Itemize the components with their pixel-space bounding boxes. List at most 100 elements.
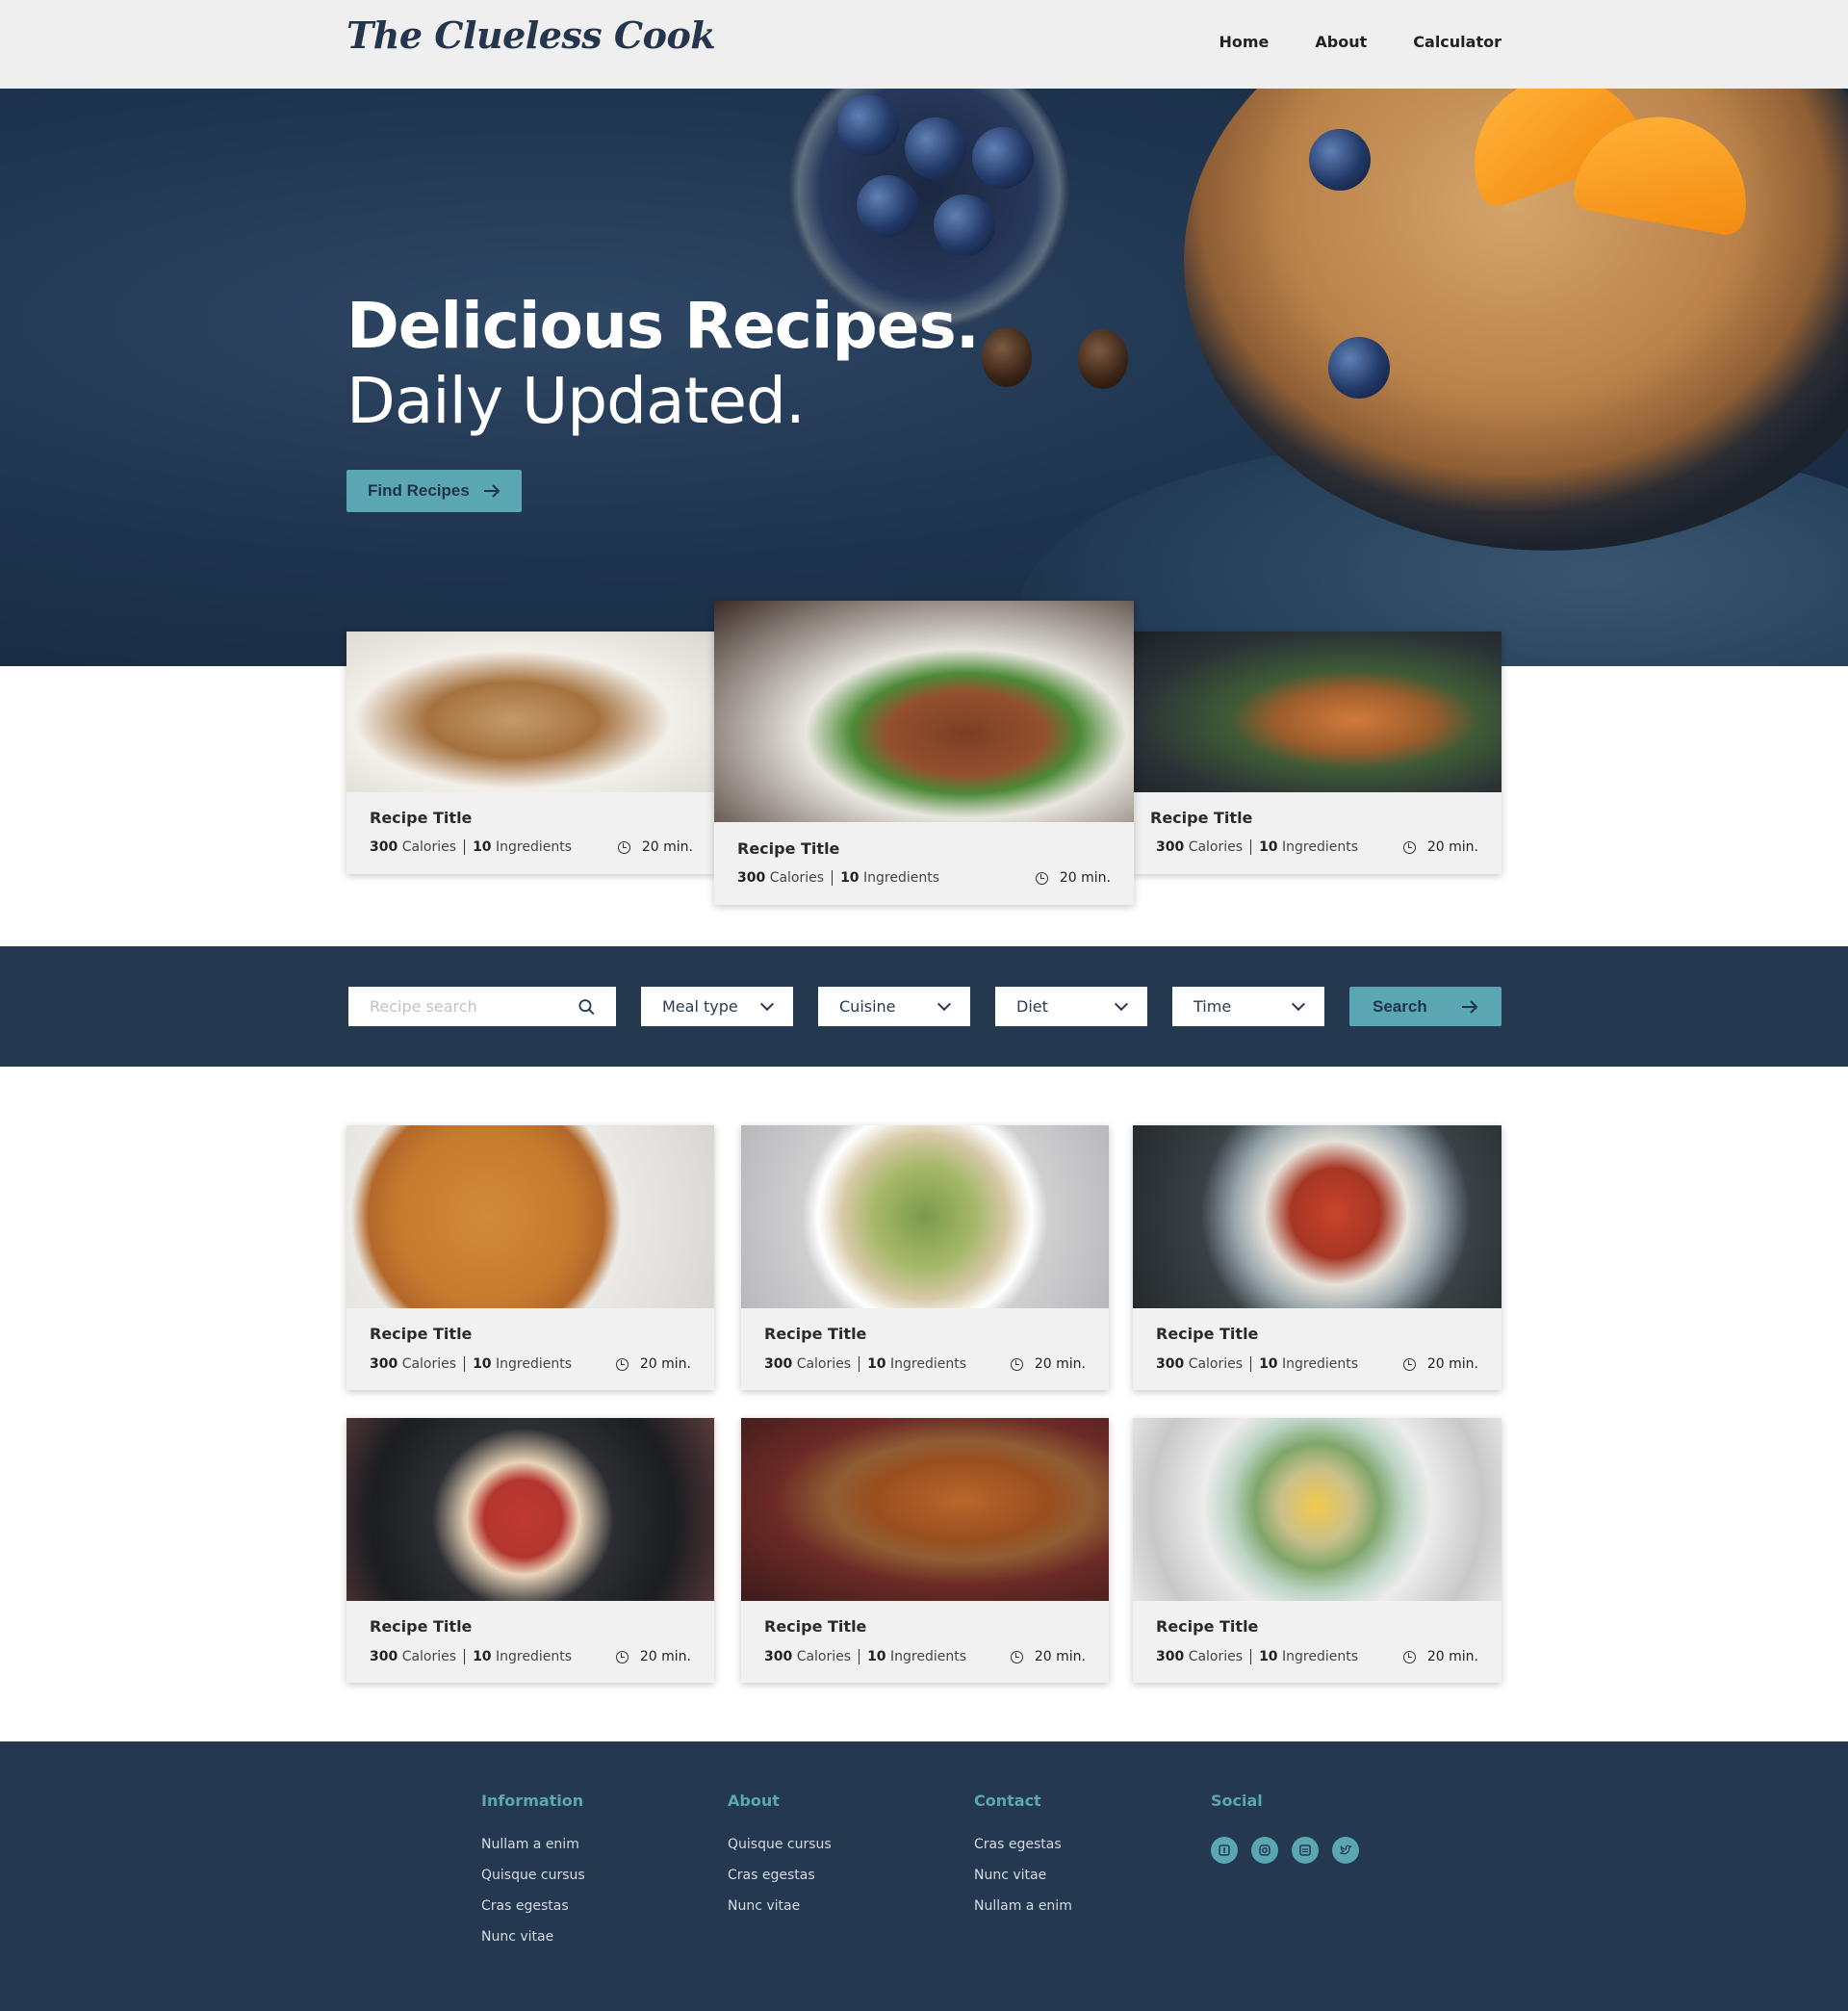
calories-unit: Calories xyxy=(401,1356,457,1372)
ingredients-unit: Ingredients xyxy=(496,1356,572,1372)
recipe-card[interactable]: Recipe Title 300 Calories 10 Ingredients… xyxy=(741,1125,1109,1390)
recipe-card[interactable]: Recipe Title 300 Calories 10 Ingredients… xyxy=(1133,1125,1502,1390)
calories-unit: Calories xyxy=(1188,1649,1244,1664)
twitter-icon[interactable] xyxy=(1332,1837,1359,1864)
recipe-time: 20 min. xyxy=(1010,1356,1086,1372)
recipe-title: Recipe Title xyxy=(764,1617,867,1636)
recipe-title: Recipe Title xyxy=(370,809,473,827)
recipe-card[interactable]: Recipe Title 300 Calories 10 Ingredients… xyxy=(1133,1418,1502,1683)
clock-icon xyxy=(1402,1357,1416,1371)
recipe-title: Recipe Title xyxy=(737,839,840,858)
ingredients-value: 10 xyxy=(1259,1649,1278,1664)
calories-unit: Calories xyxy=(1188,839,1244,855)
recipe-time: 20 min. xyxy=(617,839,693,855)
recipe-image-skewers xyxy=(1133,1125,1502,1308)
site-logo[interactable]: The Clueless Cook xyxy=(346,13,716,57)
recipe-meta: 300 Calories 10 Ingredients xyxy=(1156,839,1358,855)
meal-type-dropdown[interactable]: Meal type xyxy=(641,987,793,1026)
footer-link[interactable]: Nunc vitae xyxy=(728,1898,832,1914)
ingredients-value: 10 xyxy=(1259,839,1278,855)
footer-link[interactable]: Cras egestas xyxy=(481,1898,585,1914)
ingredients-unit: Ingredients xyxy=(890,1356,966,1372)
meta-divider xyxy=(464,1649,466,1664)
search-button[interactable]: Search xyxy=(1349,987,1502,1026)
recipe-meta: 300 Calories 10 Ingredients xyxy=(1156,1356,1358,1372)
ingredients-value: 10 xyxy=(867,1649,886,1664)
hero-berry xyxy=(837,94,899,156)
ingredients-value: 10 xyxy=(867,1356,886,1372)
calories-unit: Calories xyxy=(769,870,825,886)
featured-recipe-card[interactable]: Recipe Title 300 Calories 10 Ingredients… xyxy=(346,632,716,874)
social-icons xyxy=(1211,1837,1359,1864)
calories-value: 300 xyxy=(764,1649,793,1664)
recipe-search-input[interactable] xyxy=(370,997,579,1016)
recipe-meta: 300 Calories 10 Ingredients xyxy=(737,870,939,886)
featured-recipe-card-highlighted[interactable]: Recipe Title 300 Calories 10 Ingredients… xyxy=(714,601,1134,905)
instagram-icon[interactable] xyxy=(1251,1837,1278,1864)
cuisine-dropdown[interactable]: Cuisine xyxy=(818,987,970,1026)
clock-icon xyxy=(617,840,630,854)
footer-link[interactable]: Nullam a enim xyxy=(974,1898,1072,1914)
recipe-time: 20 min. xyxy=(1010,1649,1086,1664)
time-value: 20 min. xyxy=(1034,1356,1086,1372)
recipe-image-pizza xyxy=(346,1125,714,1308)
recipe-meta: 300 Calories 10 Ingredients xyxy=(1156,1649,1358,1664)
recipe-image-rice-egg-bowl xyxy=(1133,1418,1502,1601)
footer-link[interactable]: Nunc vitae xyxy=(974,1868,1072,1883)
recipe-search-field[interactable] xyxy=(348,987,616,1026)
recipe-meta: 300 Calories 10 Ingredients xyxy=(370,1356,572,1372)
recipe-image-steak xyxy=(714,601,1134,822)
meta-divider xyxy=(859,1356,860,1372)
ingredients-unit: Ingredients xyxy=(1282,1356,1358,1372)
diet-dropdown[interactable]: Diet xyxy=(995,987,1147,1026)
footer-link[interactable]: Cras egestas xyxy=(974,1837,1072,1852)
cuisine-label: Cuisine xyxy=(839,997,896,1016)
footer-link[interactable]: Nullam a enim xyxy=(481,1837,585,1852)
calories-value: 300 xyxy=(1156,1649,1185,1664)
time-value: 20 min. xyxy=(1034,1649,1086,1664)
hero-title: Delicious Recipes. xyxy=(346,289,980,363)
recipe-title: Recipe Title xyxy=(1156,1325,1259,1343)
message-icon[interactable] xyxy=(1292,1837,1319,1864)
calories-value: 300 xyxy=(370,1649,398,1664)
ingredients-value: 10 xyxy=(473,1356,492,1372)
footer-social: Social xyxy=(1211,1792,1359,1864)
meal-type-label: Meal type xyxy=(662,997,738,1016)
hero-berry xyxy=(1309,129,1371,191)
recipe-title: Recipe Title xyxy=(370,1325,473,1343)
main-nav: Home About Calculator xyxy=(1219,33,1502,51)
recipe-image-roast-chicken xyxy=(741,1418,1109,1601)
time-value: 20 min. xyxy=(639,1649,691,1664)
recipe-title: Recipe Title xyxy=(1150,809,1253,827)
recipe-meta: 300 Calories 10 Ingredients xyxy=(764,1649,966,1664)
recipe-card[interactable]: Recipe Title 300 Calories 10 Ingredients… xyxy=(346,1418,714,1683)
clock-icon xyxy=(1035,871,1048,885)
meta-divider xyxy=(464,1356,466,1372)
clock-icon xyxy=(615,1357,629,1371)
find-recipes-button[interactable]: Find Recipes xyxy=(346,470,522,512)
search-filter-bar: Meal type Cuisine Diet Time xyxy=(0,946,1848,1067)
hero-coffee-bean xyxy=(1078,329,1128,389)
footer-link[interactable]: Quisque cursus xyxy=(481,1868,585,1883)
footer-link[interactable]: Quisque cursus xyxy=(728,1837,832,1852)
nav-calculator[interactable]: Calculator xyxy=(1413,33,1502,51)
time-label: Time xyxy=(1194,997,1232,1016)
footer-link[interactable]: Nunc vitae xyxy=(481,1929,585,1945)
ingredients-unit: Ingredients xyxy=(1282,1649,1358,1664)
featured-recipe-card[interactable]: Recipe Title 300 Calories 10 Ingredients… xyxy=(1133,632,1502,874)
calories-unit: Calories xyxy=(401,1649,457,1664)
calories-unit: Calories xyxy=(1188,1356,1244,1372)
time-value: 20 min. xyxy=(1426,1649,1478,1664)
meta-divider xyxy=(832,870,834,886)
hero-subtitle: Daily Updated. xyxy=(346,364,806,438)
footer-information: Information Nullam a enim Quisque cursus… xyxy=(481,1792,585,1960)
recipe-card[interactable]: Recipe Title 300 Calories 10 Ingredients… xyxy=(346,1125,714,1390)
recipe-card[interactable]: Recipe Title 300 Calories 10 Ingredients… xyxy=(741,1418,1109,1683)
nav-home[interactable]: Home xyxy=(1219,33,1270,51)
nav-about[interactable]: About xyxy=(1315,33,1367,51)
footer-link[interactable]: Cras egestas xyxy=(728,1868,832,1883)
clock-icon xyxy=(1010,1650,1023,1663)
facebook-icon[interactable] xyxy=(1211,1837,1238,1864)
ingredients-value: 10 xyxy=(840,870,860,886)
time-dropdown[interactable]: Time xyxy=(1172,987,1324,1026)
